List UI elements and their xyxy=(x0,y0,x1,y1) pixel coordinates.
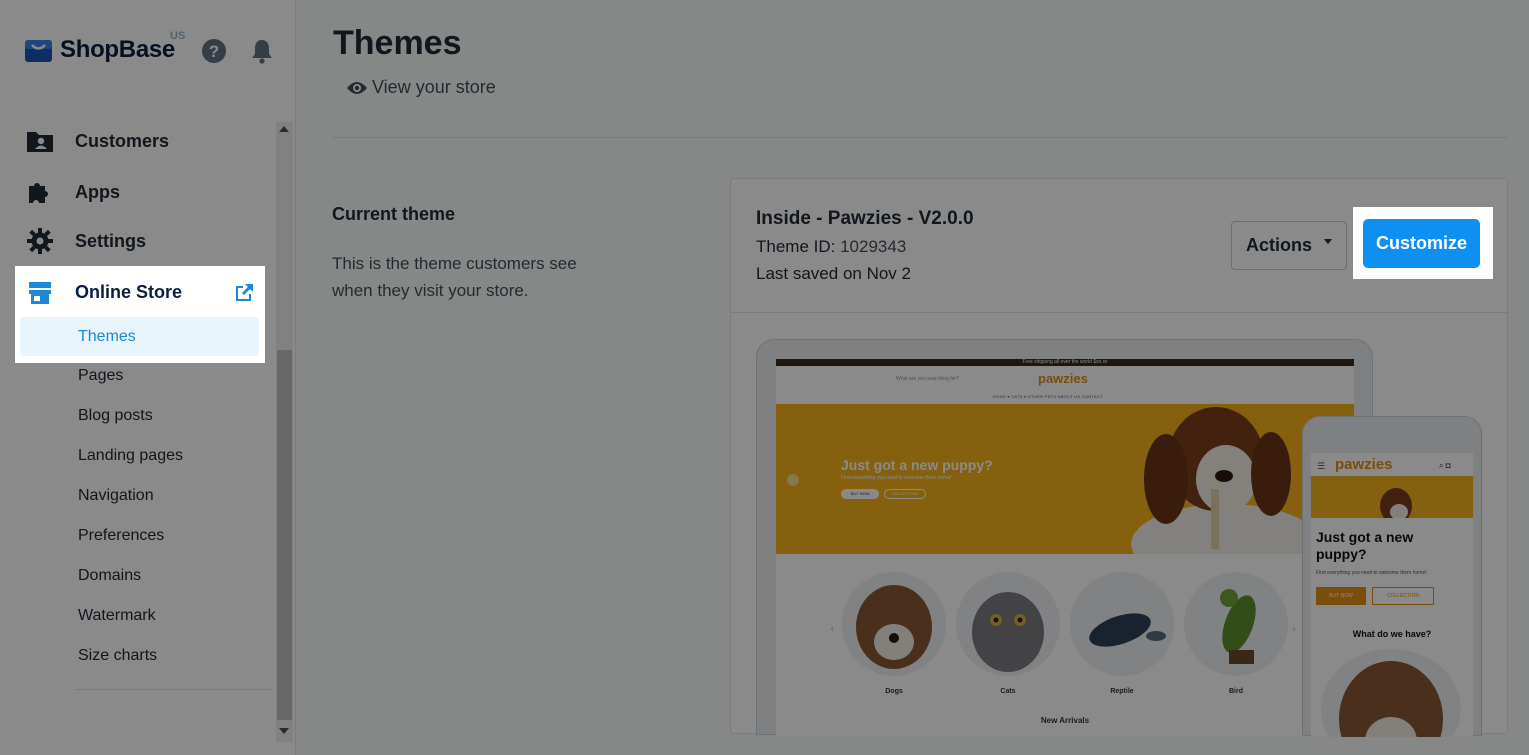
scroll-thumb[interactable] xyxy=(277,350,292,720)
preview-category: Bird xyxy=(1183,572,1289,695)
category-label: Bird xyxy=(1229,688,1243,695)
mobile-preview-screen: ☰ pawzies ⌕ ◘ Just got a new puppy? Find… xyxy=(1311,453,1473,737)
sidebar-item-label: Customers xyxy=(75,130,170,151)
sidebar-sub-pages[interactable]: Pages xyxy=(78,367,123,385)
mobile-preview-subtitle: Find everything you need to welcome them… xyxy=(1316,570,1427,576)
customize-button[interactable]: Customize xyxy=(1363,219,1480,268)
mobile-dog-photo xyxy=(1321,649,1461,737)
shopbase-logo-icon xyxy=(25,39,52,62)
puzzle-icon xyxy=(26,178,54,206)
page-title: Themes xyxy=(333,24,462,62)
mobile-search-cart-icon: ⌕ ◘ xyxy=(1439,461,1451,470)
sidebar-sub-themes[interactable]: Themes xyxy=(20,317,259,356)
help-icon[interactable]: ? xyxy=(201,38,227,64)
preview-categories: Dogs Cats Reptile Bird xyxy=(836,572,1306,702)
sidebar-sub-preferences[interactable]: Preferences xyxy=(78,527,164,545)
scroll-down-arrow-icon[interactable] xyxy=(279,728,289,734)
preview-hero: Just got a new puppy? Find everything yo… xyxy=(776,404,1354,554)
preview-hero-subtitle: Find everything you need to welcome them… xyxy=(841,475,952,481)
sidebar-sub-navigation[interactable]: Navigation xyxy=(78,487,154,505)
sidebar-online-store-highlight: Online Store Themes xyxy=(15,266,265,363)
sidebar-item-apps[interactable]: Apps xyxy=(26,177,120,207)
preview-category: Reptile xyxy=(1069,572,1175,695)
brand-region: US xyxy=(170,30,186,42)
preview-category: Cats xyxy=(955,572,1061,695)
brand[interactable]: ShopBase US xyxy=(25,30,185,64)
preview-category: Dogs xyxy=(841,572,947,695)
card-divider xyxy=(731,312,1507,313)
sidebar-sub-watermark[interactable]: Watermark xyxy=(78,607,156,625)
sidebar-sub-size-charts[interactable]: Size charts xyxy=(78,647,157,665)
sidebar-item-label: Apps xyxy=(75,181,120,202)
preview-nav: DOGS ▾ CATS ▾ OTHER PETS ABOUT US CONTAC… xyxy=(993,394,1103,399)
sidebar-sub-blog-posts[interactable]: Blog posts xyxy=(78,407,153,425)
customers-icon xyxy=(26,127,54,155)
sidebar-item-settings[interactable]: Settings xyxy=(26,226,146,256)
eye-icon xyxy=(347,81,367,94)
theme-id-value: 1029343 xyxy=(840,237,907,256)
sidebar-sub-landing-pages[interactable]: Landing pages xyxy=(78,447,183,465)
category-label: Dogs xyxy=(885,688,903,695)
mobile-preview-hero xyxy=(1311,476,1473,524)
theme-id: Theme ID: 1029343 xyxy=(756,237,906,257)
sidebar-item-customers[interactable]: Customers xyxy=(26,126,169,156)
hamburger-icon: ☰ xyxy=(1317,461,1326,471)
sidebar-item-online-store[interactable]: Online Store xyxy=(75,282,182,303)
bell-icon[interactable] xyxy=(250,38,274,64)
customize-highlight: Customize xyxy=(1353,207,1493,279)
mobile-buy-now: BUY NOW xyxy=(1316,587,1366,605)
mobile-preview: ☰ pawzies ⌕ ◘ Just got a new puppy? Find… xyxy=(1302,416,1482,737)
preview-search: What are you searching for? xyxy=(896,376,959,382)
theme-last-saved: Last saved on Nov 2 xyxy=(756,264,911,283)
preview-promo-bar: Free shipping all over the world $xx.xx xyxy=(776,359,1354,366)
mobile-collection: COLLECTION xyxy=(1372,587,1434,605)
carousel-left-icon: ‹ xyxy=(831,626,834,633)
category-label: Cats xyxy=(1000,688,1016,695)
preview-hero-title: Just got a new puppy? xyxy=(841,457,993,473)
header-divider xyxy=(332,137,1508,138)
mobile-preview-logo: pawzies xyxy=(1335,456,1393,473)
caret-down-icon xyxy=(1324,239,1333,244)
category-label: Reptile xyxy=(1110,688,1134,695)
store-icon xyxy=(29,282,51,304)
theme-name: Inside - Pawzies - V2.0.0 xyxy=(756,208,974,229)
preview-buy-now: BUY NOW xyxy=(841,489,879,499)
preview-new-arrivals: New Arrivals xyxy=(1040,716,1090,725)
preview-collection: COLLECTION xyxy=(884,489,926,499)
sidebar-scrollbar[interactable] xyxy=(276,122,293,742)
main-content: Themes View your store Current theme Thi… xyxy=(297,0,1529,755)
svg-text:?: ? xyxy=(209,42,219,61)
hero-prev-arrow-icon xyxy=(787,474,799,486)
preview-logo: pawzies xyxy=(1038,371,1088,386)
sidebar: ShopBase US ? Customers Apps Settings Pa… xyxy=(0,0,296,755)
actions-dropdown-button[interactable]: Actions xyxy=(1231,221,1347,270)
mobile-what-heading: What do we have? xyxy=(1352,629,1432,639)
sidebar-sub-label: Themes xyxy=(78,328,136,345)
actions-label: Actions xyxy=(1246,235,1313,255)
view-store-link[interactable]: View your store xyxy=(346,77,496,98)
desktop-preview-screen: Free shipping all over the world $xx.xx … xyxy=(776,359,1354,736)
current-theme-heading: Current theme xyxy=(332,204,456,224)
external-link-icon[interactable] xyxy=(234,283,254,303)
sidebar-divider xyxy=(75,689,273,690)
gear-icon xyxy=(26,227,54,255)
scroll-up-arrow-icon[interactable] xyxy=(279,126,289,132)
sidebar-item-label: Settings xyxy=(75,230,147,251)
theme-id-label: Theme ID: xyxy=(756,237,836,256)
brand-name: ShopBase xyxy=(60,36,175,63)
sidebar-sub-domains[interactable]: Domains xyxy=(78,567,141,585)
view-store-label: View your store xyxy=(372,77,496,97)
mobile-preview-title: Just got a new puppy? xyxy=(1316,529,1414,562)
current-theme-description: This is the theme customers see when the… xyxy=(332,254,577,300)
desktop-preview: Free shipping all over the world $xx.xx … xyxy=(756,339,1373,736)
